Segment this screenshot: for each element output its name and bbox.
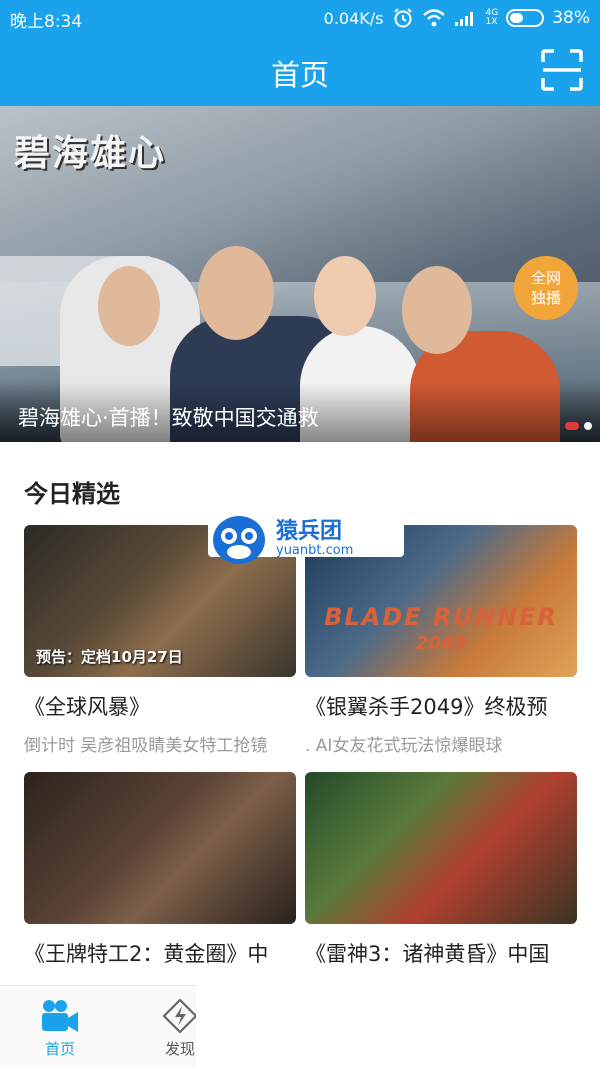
watermark-en: yuanbt.com: [276, 543, 354, 558]
video-card[interactable]: 《雷神3：诸神黄昏》中国: [305, 772, 577, 968]
watermark: 猿兵团 yuanbt.com: [208, 516, 404, 564]
poster-title: BLADE RUNNER: [324, 603, 558, 631]
section-title: 今日精选: [24, 480, 120, 508]
video-title[interactable]: 《银翼杀手2049》终极预: [305, 691, 577, 721]
battery-icon: [506, 9, 545, 27]
banner-logo-text: 碧海雄心: [14, 132, 167, 174]
carousel-dot-active: [565, 422, 579, 430]
network-type-bottom: 1X: [485, 17, 498, 27]
network-type: 4G 1X: [486, 9, 499, 27]
video-thumbnail[interactable]: [305, 772, 577, 924]
video-card[interactable]: 《王牌特工2：黄金圈》中: [24, 772, 296, 968]
discover-icon: [162, 998, 198, 1034]
video-subtitle: . AI女友花式玩法惊爆眼球: [305, 736, 503, 756]
network-speed: 0.04K/s: [323, 8, 384, 28]
status-right: 0.04K/s 4G 1X 38%: [324, 7, 590, 29]
banner-carousel[interactable]: 碧海雄心 全网 独播 碧海雄心·首播！致敬中国交通救: [0, 106, 600, 442]
carousel-dot: [584, 422, 592, 430]
video-thumbnail[interactable]: [24, 772, 296, 924]
watermark-text: 猿兵团 yuanbt.com: [276, 520, 353, 558]
status-time: 晚上8:34: [10, 12, 83, 32]
video-card[interactable]: BLADE RUNNER 2049 《银翼杀手2049》终极预 . AI女友花式…: [305, 525, 577, 756]
battery-percent: 38%: [552, 8, 590, 28]
app-header: 首页: [0, 34, 600, 106]
status-bar: 晚上8:34 0.04K/s 4G 1X 38%: [0, 0, 600, 34]
banner-head-1: [98, 266, 160, 346]
signal-icon: [454, 12, 473, 26]
tab-home[interactable]: 首页: [20, 986, 100, 1067]
alarm-icon: [393, 8, 412, 28]
banner-head-3: [314, 256, 376, 336]
tab-home-label: 首页: [44, 1040, 75, 1058]
monkey-logo-icon: [213, 516, 265, 564]
watermark-cn: 猿兵团: [276, 519, 343, 544]
video-title[interactable]: 《全球风暴》: [24, 691, 296, 721]
banner-head-4: [402, 266, 472, 354]
video-title[interactable]: 《雷神3：诸神黄昏》中国: [305, 938, 577, 968]
scan-icon[interactable]: [540, 48, 584, 92]
video-title[interactable]: 《王牌特工2：黄金圈》中: [24, 938, 296, 968]
carousel-indicator: [565, 422, 592, 430]
banner-caption: 碧海雄心·首播！致敬中国交通救: [18, 406, 319, 430]
tabbar-blank-area: [196, 985, 600, 1067]
page-title: 首页: [270, 58, 329, 92]
video-camera-icon: [42, 1000, 78, 1032]
banner-badge: 全网 独播: [514, 256, 578, 320]
banner-head-2: [198, 246, 274, 340]
poster-subtitle: 2049: [415, 633, 467, 654]
video-subtitle: 倒计时 吴彦祖吸睛美女特工抢镜: [24, 736, 268, 756]
wifi-icon: [422, 9, 445, 27]
thumbnail-tag: 预告：定档10月27日: [36, 648, 183, 666]
